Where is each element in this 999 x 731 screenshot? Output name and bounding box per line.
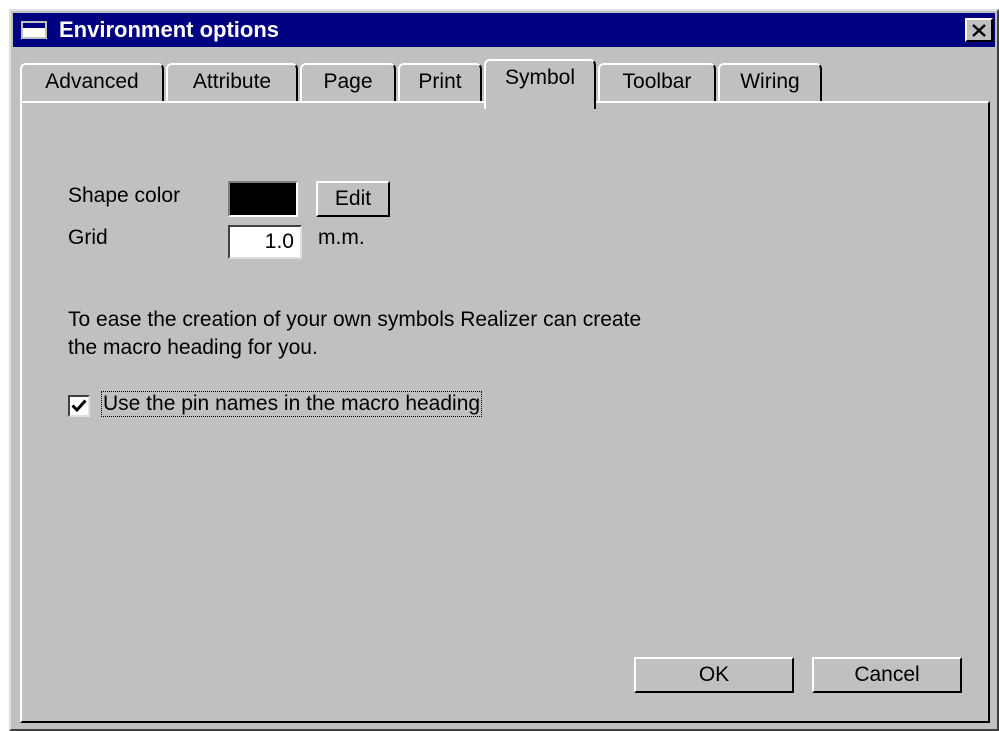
- description-line-2: the macro heading for you.: [68, 336, 318, 359]
- shape-color-label: Shape color: [68, 184, 181, 207]
- grid-unit-label: m.m.: [318, 226, 365, 249]
- edit-color-button[interactable]: Edit: [316, 181, 390, 217]
- pin-names-checkbox-label[interactable]: Use the pin names in the macro heading: [100, 391, 483, 417]
- tab-toolbar[interactable]: Toolbar: [598, 63, 716, 101]
- tab-page[interactable]: Page: [300, 63, 396, 101]
- pin-names-checkbox[interactable]: [68, 395, 90, 417]
- window-icon: [21, 21, 47, 39]
- checkmark-icon: [71, 399, 87, 413]
- environment-options-dialog: Environment options Advanced Attribute P…: [9, 9, 999, 731]
- tab-symbol[interactable]: Symbol: [484, 59, 596, 109]
- shape-color-swatch[interactable]: [228, 181, 298, 217]
- tab-strip: Advanced Attribute Page Print Symbol Too…: [20, 59, 990, 109]
- window-title: Environment options: [59, 17, 279, 42]
- tab-attribute[interactable]: Attribute: [166, 63, 298, 101]
- close-icon: [972, 23, 986, 37]
- grid-input[interactable]: 1.0: [228, 225, 302, 259]
- title-bar[interactable]: Environment options: [13, 13, 995, 47]
- description-line-1: To ease the creation of your own symbols…: [68, 308, 642, 331]
- symbol-tab-panel: Shape color Edit Grid 1.0 m.m. To ease t…: [20, 101, 990, 723]
- tab-print[interactable]: Print: [398, 63, 482, 101]
- grid-label: Grid: [68, 226, 108, 249]
- ok-button[interactable]: OK: [634, 657, 794, 693]
- tab-advanced[interactable]: Advanced: [20, 63, 164, 101]
- cancel-button[interactable]: Cancel: [812, 657, 962, 693]
- close-button[interactable]: [965, 18, 993, 42]
- tab-wiring[interactable]: Wiring: [718, 63, 822, 101]
